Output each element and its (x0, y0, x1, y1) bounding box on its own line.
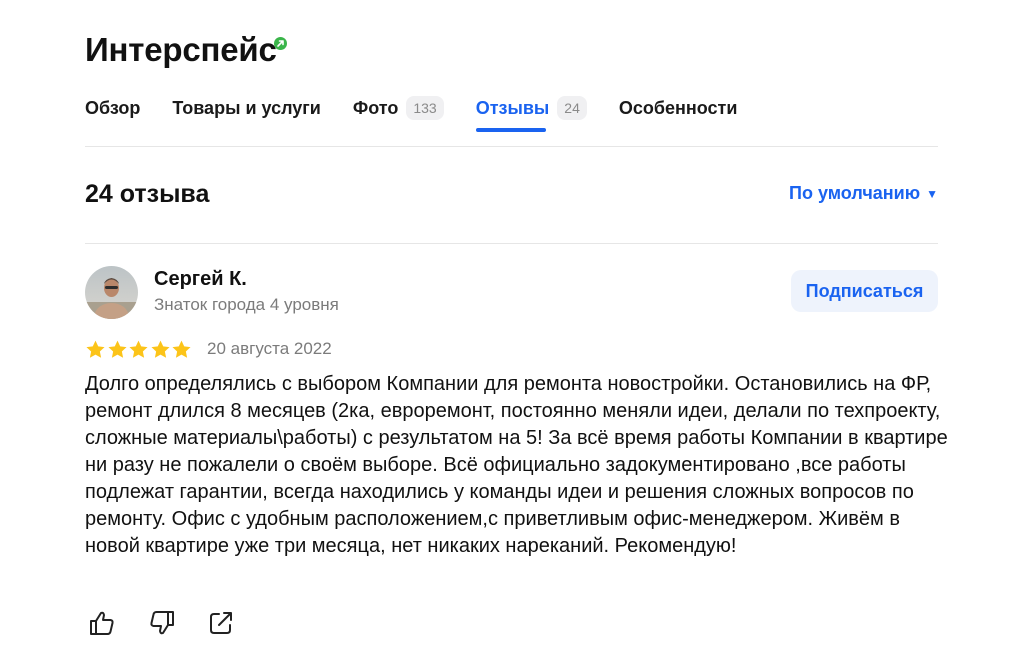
star-icon (150, 340, 170, 358)
tab-count-badge: 133 (406, 96, 444, 120)
dislike-button[interactable] (147, 608, 177, 638)
tab-reviews[interactable]: Отзывы 24 (475, 93, 587, 132)
like-button[interactable] (87, 608, 117, 638)
star-icon (172, 340, 191, 358)
tab-label: Обзор (85, 97, 141, 118)
avatar-photo (85, 266, 138, 319)
divider (85, 243, 938, 244)
active-tab-indicator (475, 128, 546, 132)
tab-label: Особенности (618, 97, 738, 118)
tab-label: Фото (352, 97, 399, 118)
avatar[interactable] (85, 266, 138, 319)
sort-dropdown[interactable]: По умолчанию ▼ (789, 183, 938, 204)
divider (85, 146, 938, 147)
thumbs-down-icon (150, 611, 174, 635)
author-name[interactable]: Сергей К. (154, 266, 247, 292)
tab-count-badge: 24 (557, 96, 587, 120)
tab-features[interactable]: Особенности (619, 93, 738, 123)
page-title: Интерспейс (85, 31, 277, 68)
tab-overview[interactable]: Обзор (85, 93, 140, 123)
review-text: Долго определялись с выбором Компании дл… (85, 373, 948, 557)
tab-bar: Обзор Товары и услуги Фото 133 Отзывы 24… (85, 93, 769, 133)
tab-photos[interactable]: Фото 133 (353, 93, 444, 123)
share-button[interactable] (206, 608, 236, 638)
reviews-count-heading: 24 отзыва (85, 180, 210, 208)
subscribe-button[interactable]: Подписаться (791, 270, 938, 312)
verified-icon (274, 37, 287, 50)
star-rating (85, 339, 193, 360)
caret-down-icon: ▼ (926, 186, 938, 201)
star-icon (86, 340, 105, 358)
thumbs-up-icon (90, 611, 114, 635)
star-icon (107, 340, 127, 358)
share-icon (210, 612, 232, 634)
sort-label: По умолчанию (789, 183, 921, 203)
author-level: Знаток города 4 уровня (154, 295, 339, 314)
tab-label: Товары и услуги (172, 97, 321, 118)
tab-products-services[interactable]: Товары и услуги (172, 93, 320, 123)
star-icon (129, 340, 148, 358)
review-date: 20 августа 2022 (207, 339, 332, 358)
tab-label: Отзывы (475, 97, 550, 118)
